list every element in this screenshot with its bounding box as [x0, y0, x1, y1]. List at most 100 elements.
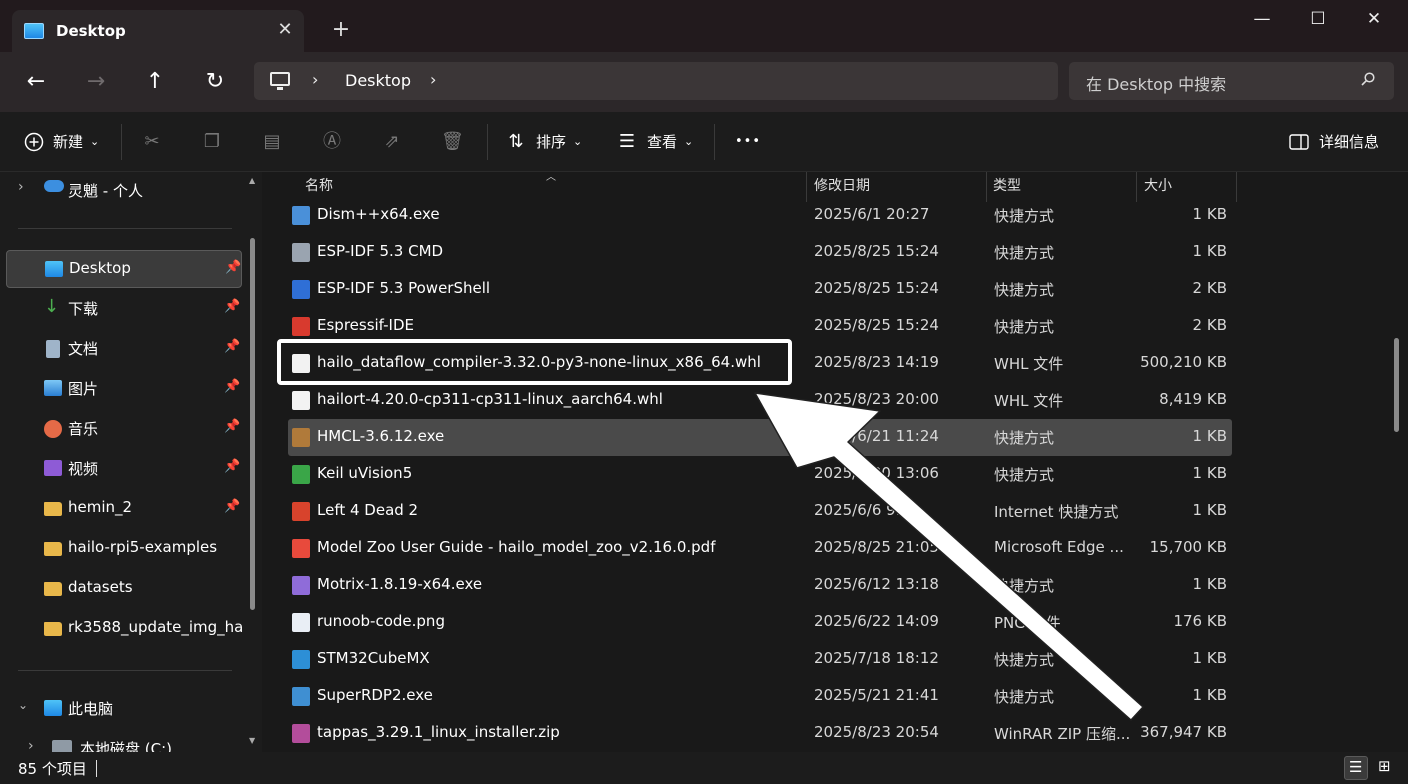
- search-icon[interactable]: [1361, 72, 1375, 86]
- table-row[interactable]: ESP-IDF 5.3 CMD 2025/8/25 15:24 快捷方式 1 KB: [288, 234, 1232, 271]
- file-icon: [292, 391, 310, 410]
- onedrive-cloud-icon: [44, 180, 64, 192]
- sidebar-item-local-disk[interactable]: › 本地磁盘 (C:): [28, 734, 242, 752]
- column-divider[interactable]: [1236, 172, 1237, 202]
- share-icon[interactable]: ⇗: [381, 131, 403, 153]
- sidebar-item-hailo-rpi5-examples[interactable]: hailo-rpi5-examples: [6, 530, 242, 568]
- cut-icon[interactable]: ✂: [141, 131, 163, 153]
- file-type: 快捷方式: [994, 688, 1055, 706]
- search-input[interactable]: 在 Desktop 中搜索: [1069, 62, 1394, 100]
- file-type: Microsoft Edge ...: [994, 538, 1124, 556]
- file-size: 1 KB: [1192, 501, 1227, 519]
- back-button[interactable]: ←: [19, 66, 53, 98]
- sidebar-item-documents[interactable]: 文档 📌: [6, 330, 242, 368]
- table-row[interactable]: Model Zoo User Guide - hailo_model_zoo_v…: [288, 530, 1232, 567]
- sidebar-item-pictures[interactable]: 图片 📌: [6, 370, 242, 408]
- up-button[interactable]: ↑: [138, 66, 172, 98]
- scroll-up-icon[interactable]: ▲: [249, 176, 255, 185]
- table-row[interactable]: Keil uVision5 2025/7/30 13:06 快捷方式 1 KB: [288, 456, 1232, 493]
- file-name: tappas_3.29.1_linux_installer.zip: [317, 723, 560, 741]
- copy-icon[interactable]: ❐: [201, 131, 223, 153]
- chevron-right-icon[interactable]: ›: [18, 179, 24, 195]
- breadcrumb-desktop[interactable]: Desktop: [345, 71, 411, 90]
- more-options-button[interactable]: •••: [735, 130, 761, 154]
- file-name: SuperRDP2.exe: [317, 686, 433, 704]
- tiles-view-button[interactable]: ⊞: [1374, 756, 1398, 780]
- close-window-button[interactable]: ✕: [1346, 0, 1402, 40]
- sidebar-item-downloads[interactable]: ↓ 下载 📌: [6, 290, 242, 328]
- details-view-button[interactable]: ☰: [1344, 756, 1368, 780]
- paste-icon[interactable]: ▤: [261, 131, 283, 153]
- pin-icon: 📌: [224, 299, 241, 314]
- pin-icon: 📌: [224, 459, 241, 474]
- zip-icon: [292, 724, 310, 743]
- details-label: 详细信息: [1319, 133, 1380, 151]
- file-name: ESP-IDF 5.3 CMD: [317, 242, 444, 260]
- file-name: ESP-IDF 5.3 PowerShell: [317, 279, 491, 297]
- chevron-right-icon[interactable]: ›: [430, 70, 436, 89]
- sidebar-item-this-pc[interactable]: ⌄ 此电脑: [6, 690, 242, 728]
- scroll-down-icon[interactable]: ▼: [249, 736, 255, 745]
- maximize-button[interactable]: ☐: [1290, 0, 1346, 40]
- file-name: STM32CubeMX: [317, 649, 430, 667]
- sort-label: 排序: [536, 133, 567, 151]
- sidebar-item-label: 文档: [68, 340, 99, 358]
- sidebar-item-videos[interactable]: 视频 📌: [6, 450, 242, 488]
- folder-icon: [44, 502, 62, 516]
- divider: [18, 228, 232, 229]
- file-size: 8,419 KB: [1159, 390, 1227, 408]
- sidebar-item-label: 灵魈 - 个人: [68, 182, 143, 200]
- sidebar-item-rk3588[interactable]: rk3588_update_img_hail: [6, 610, 242, 648]
- file-date: 2025/8/23 14:19: [814, 353, 939, 371]
- minimize-button[interactable]: —: [1234, 0, 1290, 40]
- tab-desktop[interactable]: Desktop ✕: [12, 10, 304, 52]
- file-name: Espressif-IDE: [317, 316, 415, 334]
- forward-button[interactable]: →: [79, 66, 113, 98]
- sidebar-item-music[interactable]: 音乐 📌: [6, 410, 242, 448]
- sidebar-item-label: 视频: [68, 460, 99, 478]
- details-pane-button[interactable]: 详细信息: [1288, 112, 1384, 172]
- cmd-shortcut-icon: [292, 243, 310, 262]
- sidebar-item-datasets[interactable]: datasets: [6, 570, 242, 608]
- table-row[interactable]: hailort-4.20.0-cp311-cp311-linux_aarch64…: [288, 382, 1232, 419]
- table-row[interactable]: STM32CubeMX 2025/7/18 18:12 快捷方式 1 KB: [288, 641, 1232, 678]
- title-bar: Desktop ✕ + — ☐ ✕: [0, 0, 1408, 52]
- new-tab-button[interactable]: +: [330, 19, 352, 41]
- file-name: Motrix-1.8.19-x64.exe: [317, 575, 483, 593]
- table-row[interactable]: Left 4 Dead 2 2025/6/6 9:21 Internet 快捷方式 1…: [288, 493, 1232, 530]
- new-label: 新建: [53, 133, 84, 151]
- refresh-button[interactable]: ↻: [198, 66, 232, 98]
- folder-icon: [44, 622, 62, 636]
- rename-icon[interactable]: Ⓐ: [321, 131, 343, 153]
- table-row[interactable]: Dism++x64.exe 2025/6/1 20:27 快捷方式 1 KB: [288, 197, 1232, 234]
- file-size: 1 KB: [1192, 686, 1227, 704]
- motrix-shortcut-icon: [292, 576, 310, 595]
- new-button[interactable]: 新建 ⌄: [20, 112, 106, 172]
- file-list-scrollbar[interactable]: [1394, 338, 1399, 432]
- close-tab-icon[interactable]: ✕: [274, 19, 296, 41]
- table-row[interactable]: ESP-IDF 5.3 PowerShell 2025/8/25 15:24 快捷方…: [288, 271, 1232, 308]
- table-row[interactable]: runoob-code.png 2025/6/22 14:09 PNG 文件 176 …: [288, 604, 1232, 641]
- address-bar[interactable]: › Desktop ›: [254, 62, 1058, 100]
- table-row[interactable]: tappas_3.29.1_linux_installer.zip 2025/8/…: [288, 715, 1232, 752]
- chevron-right-icon[interactable]: ›: [312, 70, 318, 89]
- table-row[interactable]: SuperRDP2.exe 2025/5/21 21:41 快捷方式 1 KB: [288, 678, 1232, 715]
- file-date: 2025/8/23 20:54: [814, 723, 939, 741]
- table-row[interactable]: HMCL-3.6.12.exe 2025/6/21 11:24 快捷方式 1 KB: [288, 419, 1232, 456]
- chevron-down-icon[interactable]: ⌄: [18, 698, 28, 712]
- chevron-right-icon[interactable]: ›: [28, 738, 34, 752]
- divider: [96, 760, 97, 777]
- sidebar-item-label: rk3588_update_img_hail: [68, 618, 242, 636]
- delete-icon[interactable]: 🗑: [441, 131, 464, 153]
- sidebar-item-hemin-2[interactable]: hemin_2 📌: [6, 490, 242, 528]
- file-type: 快捷方式: [994, 244, 1055, 262]
- table-row[interactable]: Motrix-1.8.19-x64.exe 2025/6/12 13:18 快捷方式…: [288, 567, 1232, 604]
- view-button[interactable]: ☰ 查看 ⌄: [616, 112, 698, 172]
- sidebar-item-onedrive[interactable]: › 灵魈 - 个人: [6, 172, 242, 208]
- sidebar-item-desktop[interactable]: Desktop 📌: [6, 250, 242, 288]
- sidebar-scrollbar[interactable]: [250, 238, 255, 610]
- file-size: 1 KB: [1192, 205, 1227, 223]
- sort-button[interactable]: ⇅ 排序 ⌄: [503, 112, 585, 172]
- file-size: 15,700 KB: [1149, 538, 1227, 556]
- pin-icon: 📌: [224, 339, 241, 354]
